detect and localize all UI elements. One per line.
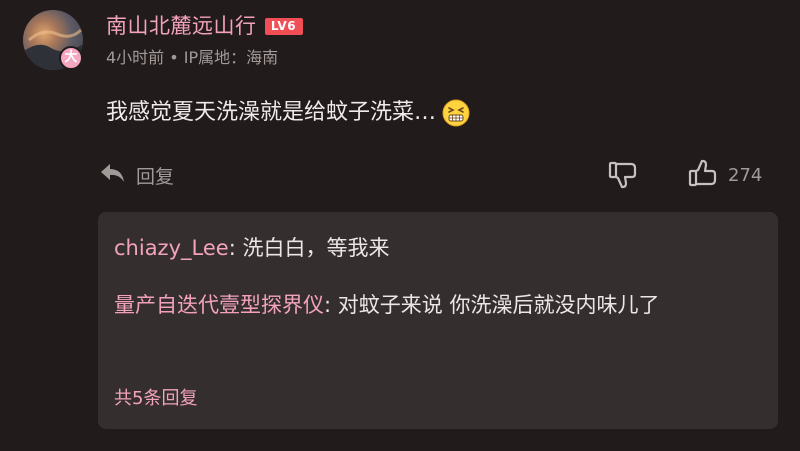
grimacing-face-icon <box>442 99 470 127</box>
username-row: 南山北麓远山行 LV6 <box>106 12 303 40</box>
thumbs-up-icon <box>688 158 720 192</box>
avatar-container[interactable]: 大 <box>23 10 83 70</box>
username[interactable]: 南山北麓远山行 <box>106 12 257 40</box>
level-badge: LV6 <box>264 17 303 35</box>
reply-text: 洗白白，等我来 <box>242 236 390 260</box>
reply-username[interactable]: chiazy_Lee <box>114 236 229 260</box>
thumbs-down-icon <box>608 161 640 194</box>
comment-text: 我感觉夏天洗澡就是给蚊子洗菜… <box>106 100 437 125</box>
avatar-badge: 大 <box>59 46 83 70</box>
comment-content: 我感觉夏天洗澡就是给蚊子洗菜… <box>106 98 470 128</box>
reply-text: 对蚊子来说 你洗澡后就没内味儿了 <box>337 293 660 317</box>
reply-item[interactable]: chiazy_Lee: 洗白白，等我来 <box>114 232 764 265</box>
reply-arrow-icon <box>100 162 126 188</box>
comment-action-bar: 回复 274 <box>100 158 780 192</box>
reply-item[interactable]: 量产自迭代壹型探界仪: 对蚊子来说 你洗澡后就没内味儿了 <box>114 289 764 322</box>
view-all-replies-link[interactable]: 共5条回复 <box>114 384 197 410</box>
reply-username[interactable]: 量产自迭代壹型探界仪 <box>114 293 324 317</box>
comment-meta: 4小时前 • IP属地：海南 <box>106 48 279 67</box>
reply-label: 回复 <box>136 165 175 188</box>
reply-button[interactable]: 回复 <box>100 158 174 192</box>
dislike-button[interactable] <box>608 160 640 194</box>
replies-box: chiazy_Lee: 洗白白，等我来 量产自迭代壹型探界仪: 对蚊子来说 你洗… <box>98 212 778 429</box>
like-button[interactable]: 274 <box>688 158 762 192</box>
reply-separator: : <box>324 293 338 317</box>
like-count: 274 <box>728 164 763 186</box>
reply-separator: : <box>228 236 243 260</box>
